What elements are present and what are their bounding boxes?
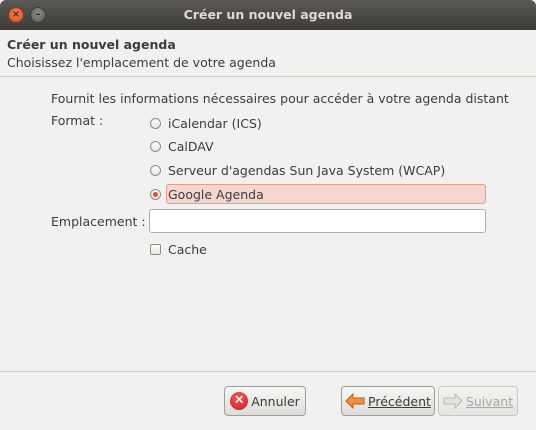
dialog-window: × – Créer un nouvel agenda Créer un nouv… [0,0,536,430]
format-option-google[interactable]: Google Agenda [150,183,264,205]
description-text: Fournit les informations nécessaires pou… [51,91,509,106]
format-option-label: CalDAV [168,138,214,154]
title-bar: × – Créer un nouvel agenda [0,0,536,30]
next-button-label: Suivant [465,393,514,409]
close-window-button[interactable]: × [8,7,24,23]
cancel-button[interactable]: ✕ Annuler [224,386,306,416]
radio-button-selected[interactable] [150,188,161,200]
location-input[interactable] [149,209,486,233]
cancel-button-label: Annuler [251,393,300,409]
back-arrow-icon [345,393,365,409]
wizard-header: Créer un nouvel agenda Choisissez l'empl… [0,30,536,77]
window-title: Créer un nouvel agenda [183,7,353,22]
wizard-subtitle: Choisissez l'emplacement de votre agenda [7,55,276,70]
forward-arrow-icon [443,393,463,409]
minimize-window-button[interactable]: – [30,7,46,23]
cache-checkbox[interactable] [150,243,161,255]
format-option-caldav[interactable]: CalDAV [150,135,214,157]
radio-button[interactable] [150,164,161,176]
wizard-title: Créer un nouvel agenda [7,37,176,52]
previous-button[interactable]: Précédent [341,386,435,416]
radio-button[interactable] [150,140,161,152]
close-icon: × [11,9,21,20]
format-label: Format : [51,113,104,128]
wizard-content: Fournit les informations nécessaires pou… [0,77,536,371]
location-label: Emplacement : [51,214,146,229]
format-option-icalendar[interactable]: iCalendar (ICS) [150,112,262,134]
next-button[interactable]: Suivant [438,386,518,416]
previous-button-label: Précédent [368,393,431,409]
format-option-label: Serveur d'agendas Sun Java System (WCAP) [168,162,446,178]
format-option-label: Google Agenda [168,186,264,202]
format-option-label: iCalendar (ICS) [168,115,262,131]
format-option-wcap[interactable]: Serveur d'agendas Sun Java System (WCAP) [150,159,445,181]
cache-option[interactable]: Cache [150,239,207,259]
cache-label: Cache [168,241,207,257]
radio-button[interactable] [150,117,161,129]
button-bar: ✕ Annuler Précédent Suivant [0,371,536,430]
minimize-icon: – [35,9,41,20]
cancel-icon: ✕ [230,392,249,410]
